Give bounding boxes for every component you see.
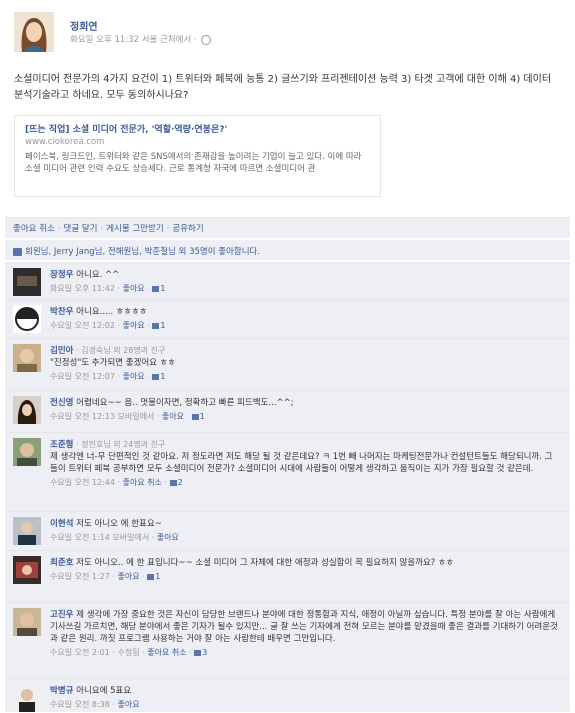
thumbs-up-icon	[152, 373, 160, 380]
link-preview[interactable]: [뜨는 직업] 소셜 미디어 전문가, '역할·역량·연봉은?' www.cio…	[14, 115, 381, 197]
comments-list: 장정우 아니요. ^^ 화요일 오후 11:42 · 좋아요 · 1 박찬우 아…	[5, 262, 570, 712]
comment-text: 저도 아니오.. 에 한 표입니다~~ 소셜 미디어 그 자체에 대한 애정과 …	[76, 558, 454, 568]
post-text: 소셜미디어 전문가의 4가지 요건이 1) 트위터와 페북에 능통 2) 글쓰기…	[14, 74, 552, 101]
comment-item: 장정우 아니요. ^^ 화요일 오후 11:42 · 좋아요 · 1	[5, 262, 570, 299]
comment-item: 이현석 저도 아니오 에 한표요~ 수요일 오전 1:14 모바일에서 · 좋아…	[5, 511, 570, 548]
comment-button[interactable]: 댓글 달기	[64, 224, 98, 234]
mutual-friends[interactable]: · 정진호님 외 24명과 친구	[76, 440, 165, 449]
comment-item: 김민아 · 김경숙님 외 28명과 친구 "진정성"도 추가되면 좋겠어요 ㅎㅎ…	[5, 338, 570, 387]
commenter-avatar[interactable]	[13, 517, 41, 545]
likes-text[interactable]: 회원님, Jerry Jang님, 전해원님, 박준철님 외 35명이 좋아합니…	[25, 247, 260, 257]
comment-item: 최준호 저도 아니오.. 에 한 표입니다~~ 소셜 미디어 그 자체에 대한 …	[5, 550, 570, 599]
comment-time[interactable]: 수요일 오전 8:38 ·	[50, 700, 115, 709]
thumbs-up-icon	[147, 573, 155, 580]
link-description: 페이스북, 링크드인, 트위터와 같은 SNS에서의 존재감을 높이려는 기업이…	[25, 152, 362, 174]
share-button[interactable]: 공유하기	[172, 224, 203, 234]
thumbs-up-icon	[169, 479, 177, 486]
commenter-avatar[interactable]	[13, 608, 41, 636]
comment-like-button[interactable]: 좋아요	[123, 321, 145, 330]
comment-time[interactable]: 수요일 오전 12:02 ·	[50, 321, 120, 330]
comment-like-count[interactable]: 3	[202, 648, 207, 657]
mutual-friends[interactable]: · 김경숙님 외 28명과 친구	[76, 346, 165, 355]
comment-like-button[interactable]: 좋아요	[123, 284, 145, 293]
comment-item: 박병규 아니요에 5표요 수요일 오전 8:38 · 좋아요	[5, 678, 570, 713]
comment-like-button[interactable]: 좋아요	[123, 372, 145, 381]
commenter-name[interactable]: 김민아	[50, 346, 73, 356]
comment-time[interactable]: 수요일 오전 1:27 ·	[50, 572, 115, 581]
post-actions: 좋아요 취소 · 댓글 달기 · 게시물 그만받기 · 공유하기	[5, 217, 570, 238]
comment-text: "진정성"도 추가되면 좋겠어요 ㅎㅎ	[50, 358, 176, 368]
comment-item: 고진우 제 생각에 가장 중요한 것은 자신이 담당한 브랜드나 분야에 대한 …	[5, 602, 570, 677]
post-meta: 화요일 오후 11:32 서울 근처에서 ·	[70, 33, 211, 45]
globe-icon[interactable]	[200, 34, 211, 45]
comment-like-count[interactable]: 1	[200, 412, 205, 421]
commenter-avatar[interactable]	[13, 556, 41, 584]
comment-like-count[interactable]: 1	[160, 284, 165, 293]
comment-like-button[interactable]: 좋아요 취소	[123, 478, 162, 487]
commenter-name[interactable]: 장정우	[50, 270, 73, 280]
comment-time[interactable]: 수요일 오전 12:44 ·	[50, 478, 120, 487]
unlike-button[interactable]: 좋아요 취소	[13, 224, 55, 234]
comment-time[interactable]: 수요일 오전 12:07 ·	[50, 372, 120, 381]
post-header: 정희연 화요일 오후 11:32 서울 근처에서 ·	[14, 12, 559, 57]
comment-text: 저도 아니오 에 한표요~	[76, 519, 162, 529]
thumbs-up-icon	[13, 247, 22, 256]
commenter-avatar[interactable]	[13, 684, 41, 712]
comment-like-button[interactable]: 좋아요	[117, 572, 139, 581]
commenter-avatar[interactable]	[13, 305, 41, 333]
thumbs-up-icon	[152, 322, 160, 329]
comment-text: 어렵네요~~ 음.. 멋불이자면, 정확하고 빠른 피드백도...^^;	[76, 398, 294, 408]
post-timestamp[interactable]: 화요일 오후 11:32 서울 근처에서 ·	[70, 35, 197, 45]
thumbs-up-icon	[194, 649, 202, 656]
comment-time[interactable]: 수요일 오전 2:01 · 수정됨 ·	[50, 648, 145, 657]
comment-like-button[interactable]: 좋아요 취소	[147, 648, 186, 657]
commenter-avatar[interactable]	[13, 268, 41, 296]
commenter-name[interactable]: 최준호	[50, 558, 73, 568]
comment-item: 조준형 · 정진호님 외 24명과 친구 제 생각엔 너-무 단편적인 것 같아…	[5, 432, 570, 509]
commenter-avatar[interactable]	[13, 344, 41, 372]
unfollow-button[interactable]: 게시물 그만받기	[106, 224, 163, 234]
commenter-name[interactable]: 전신영	[50, 398, 73, 408]
commenter-avatar[interactable]	[13, 396, 41, 424]
comment-time[interactable]: 화요일 오후 11:42 ·	[50, 284, 120, 293]
thumbs-up-icon	[191, 413, 199, 420]
commenter-name[interactable]: 박찬우	[50, 307, 73, 317]
comment-time[interactable]: 수요일 오전 1:14 모바일에서 ·	[50, 533, 154, 542]
comment-like-count[interactable]: 2	[178, 478, 183, 487]
comment-text: 제 생각엔 너-무 단편적인 것 같아요. 저 정도라면 저도 해당 될 것 같…	[50, 452, 553, 474]
commenter-name[interactable]: 이현석	[50, 519, 73, 529]
commenter-avatar[interactable]	[13, 438, 41, 466]
comment-like-count[interactable]: 1	[155, 572, 160, 581]
comment-like-button[interactable]: 좋아요	[157, 533, 179, 542]
link-domain: www.ciokorea.com	[25, 137, 105, 147]
author-name[interactable]: 정희연	[70, 18, 98, 33]
likes-summary: 회원님, Jerry Jang님, 전해원님, 박준철님 외 35명이 좋아합니…	[5, 240, 570, 260]
comment-like-count[interactable]: 1	[160, 372, 165, 381]
comment-like-button[interactable]: 좋아요	[117, 700, 139, 709]
commenter-name[interactable]: 박병규	[50, 686, 73, 696]
comment-like-count[interactable]: 1	[160, 321, 165, 330]
thumbs-up-icon	[152, 285, 160, 292]
comment-time[interactable]: 수요일 오전 12:13 모바일에서 ·	[50, 412, 159, 421]
commenter-name[interactable]: 조준형	[50, 440, 73, 450]
author-avatar[interactable]	[14, 12, 54, 52]
comment-item: 전신영 어렵네요~~ 음.. 멋불이자면, 정확하고 빠른 피드백도...^^;…	[5, 390, 570, 427]
comment-text: 아니요..... ㅎㅎㅎㅎ	[76, 307, 148, 317]
comment-text: 아니요. ^^	[76, 270, 120, 280]
comment-text: 제 생각에 가장 중요한 것은 자신이 담당한 브랜드나 분야에 대한 정통함과…	[50, 610, 558, 644]
comment-text: 아니요에 5표요	[76, 686, 132, 696]
link-title[interactable]: [뜨는 직업] 소셜 미디어 전문가, '역할·역량·연봉은?'	[25, 122, 227, 135]
commenter-name[interactable]: 고진우	[50, 610, 73, 620]
comment-like-button[interactable]: 좋아요	[162, 412, 184, 421]
comment-item: 박찬우 아니요..... ㅎㅎㅎㅎ 수요일 오전 12:02 · 좋아요 · 1	[5, 299, 570, 336]
